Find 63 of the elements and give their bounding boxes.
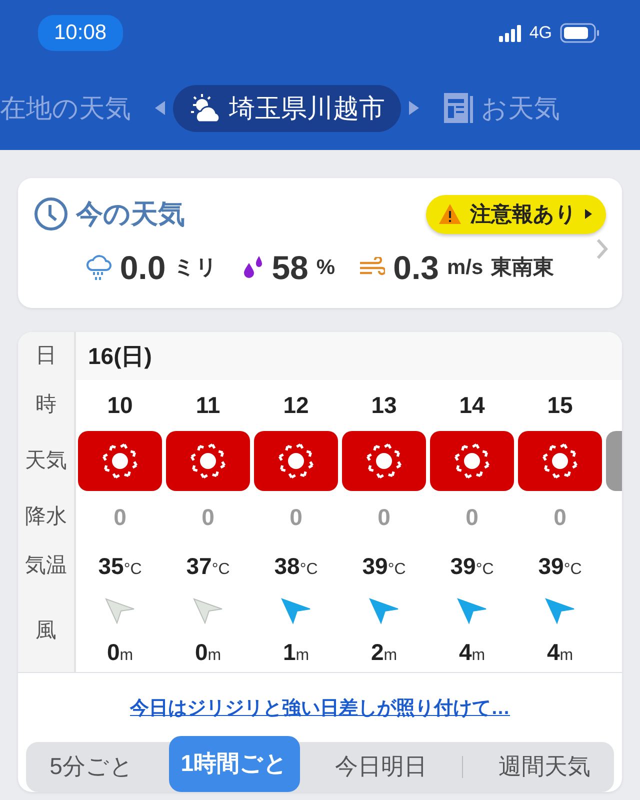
sun-cloud-icon bbox=[189, 92, 221, 124]
hour-label: 15 bbox=[547, 390, 573, 420]
precipitation-cell-text: 0 bbox=[202, 502, 214, 532]
clock-icon bbox=[34, 197, 68, 232]
precipitation-cell-text: 0 bbox=[554, 502, 566, 532]
warning-icon bbox=[438, 203, 462, 226]
wind-speed-cell-text: 4m bbox=[546, 638, 574, 667]
wind-speed-cell-text: 0m bbox=[106, 638, 134, 667]
temperature-cell-text: 35°C bbox=[98, 552, 142, 581]
right-caret-icon bbox=[409, 101, 419, 115]
temperature-cell-text: 39°C bbox=[450, 552, 494, 581]
wind-direction: 東南東 bbox=[491, 254, 554, 280]
hour-label: 12 bbox=[283, 390, 309, 420]
humidity-value: 58 bbox=[272, 248, 308, 288]
chevron-right-icon bbox=[596, 238, 608, 260]
precipitation-cell-text: 0 bbox=[114, 502, 126, 532]
left-caret-icon bbox=[155, 101, 165, 115]
precipitation-unit: ミリ bbox=[174, 254, 218, 280]
network-label: 4G bbox=[529, 22, 552, 44]
wind-speed-cell-text: 2m bbox=[370, 638, 398, 667]
precipitation-cell-text: 0 bbox=[466, 502, 478, 532]
wind-value: 0.3 bbox=[393, 248, 439, 288]
precipitation-cell-text: 0 bbox=[290, 502, 302, 532]
view-mode-tab[interactable]: 今日明日 bbox=[322, 742, 439, 792]
current-weather-card[interactable]: 今の天気 注意報あり 0.0 ミリ 58 % 0.3 m/s 東南東 bbox=[18, 178, 622, 308]
hour-label: 10 bbox=[107, 390, 133, 420]
signal-icon bbox=[499, 24, 522, 42]
weather-tile bbox=[606, 431, 622, 491]
row-label: 時 bbox=[18, 380, 76, 430]
caret-icon bbox=[585, 209, 592, 220]
wind-speed-cell-text: 0m bbox=[194, 638, 222, 667]
view-mode-tab[interactable]: 5分ごと bbox=[38, 742, 146, 792]
temperature-cell-text: 37°C bbox=[186, 552, 230, 581]
wind-icon bbox=[359, 257, 386, 278]
battery-icon bbox=[560, 23, 600, 43]
location-tab[interactable]: 埼玉県川越市 bbox=[173, 84, 401, 132]
status-time: 10:08 bbox=[38, 15, 123, 51]
row-label: 天気 bbox=[18, 430, 76, 492]
view-mode-tab[interactable]: 週間天気 bbox=[486, 742, 602, 792]
alert-button[interactable]: 注意報あり bbox=[426, 194, 606, 234]
row-label: 降水 bbox=[18, 492, 76, 542]
temperature-cell-text: 38°C bbox=[274, 552, 318, 581]
precipitation-value: 0.0 bbox=[120, 248, 166, 288]
hour-label: 14 bbox=[459, 390, 485, 420]
hour-label: 11 bbox=[196, 390, 220, 420]
rain-cloud-icon bbox=[86, 254, 112, 281]
forecast-comment-link[interactable]: 今日はジリジリと強い日差しが照り付けて… bbox=[130, 698, 510, 719]
row-label: 日 bbox=[18, 332, 76, 380]
wind-unit: m/s bbox=[446, 254, 484, 280]
row-label: 風 bbox=[18, 590, 76, 672]
water-drops-icon bbox=[242, 255, 264, 280]
hour-label: 13 bbox=[371, 390, 397, 420]
date-label: 16(日) bbox=[76, 332, 622, 380]
wind-speed-cell-text: 4m bbox=[458, 638, 486, 667]
row-label: 気温 bbox=[18, 542, 76, 590]
card-title: 今の天気 bbox=[76, 198, 185, 231]
temperature-cell-text: 39°C bbox=[538, 552, 582, 581]
view-mode-tab[interactable]: 1時間ごと bbox=[168, 736, 300, 792]
wind-speed-cell-text: 1m bbox=[282, 638, 310, 667]
temperature-cell-text: 39°C bbox=[362, 552, 406, 581]
precipitation-cell-text: 0 bbox=[378, 502, 390, 532]
newspaper-icon bbox=[443, 92, 473, 124]
humidity-unit: % bbox=[316, 254, 336, 280]
